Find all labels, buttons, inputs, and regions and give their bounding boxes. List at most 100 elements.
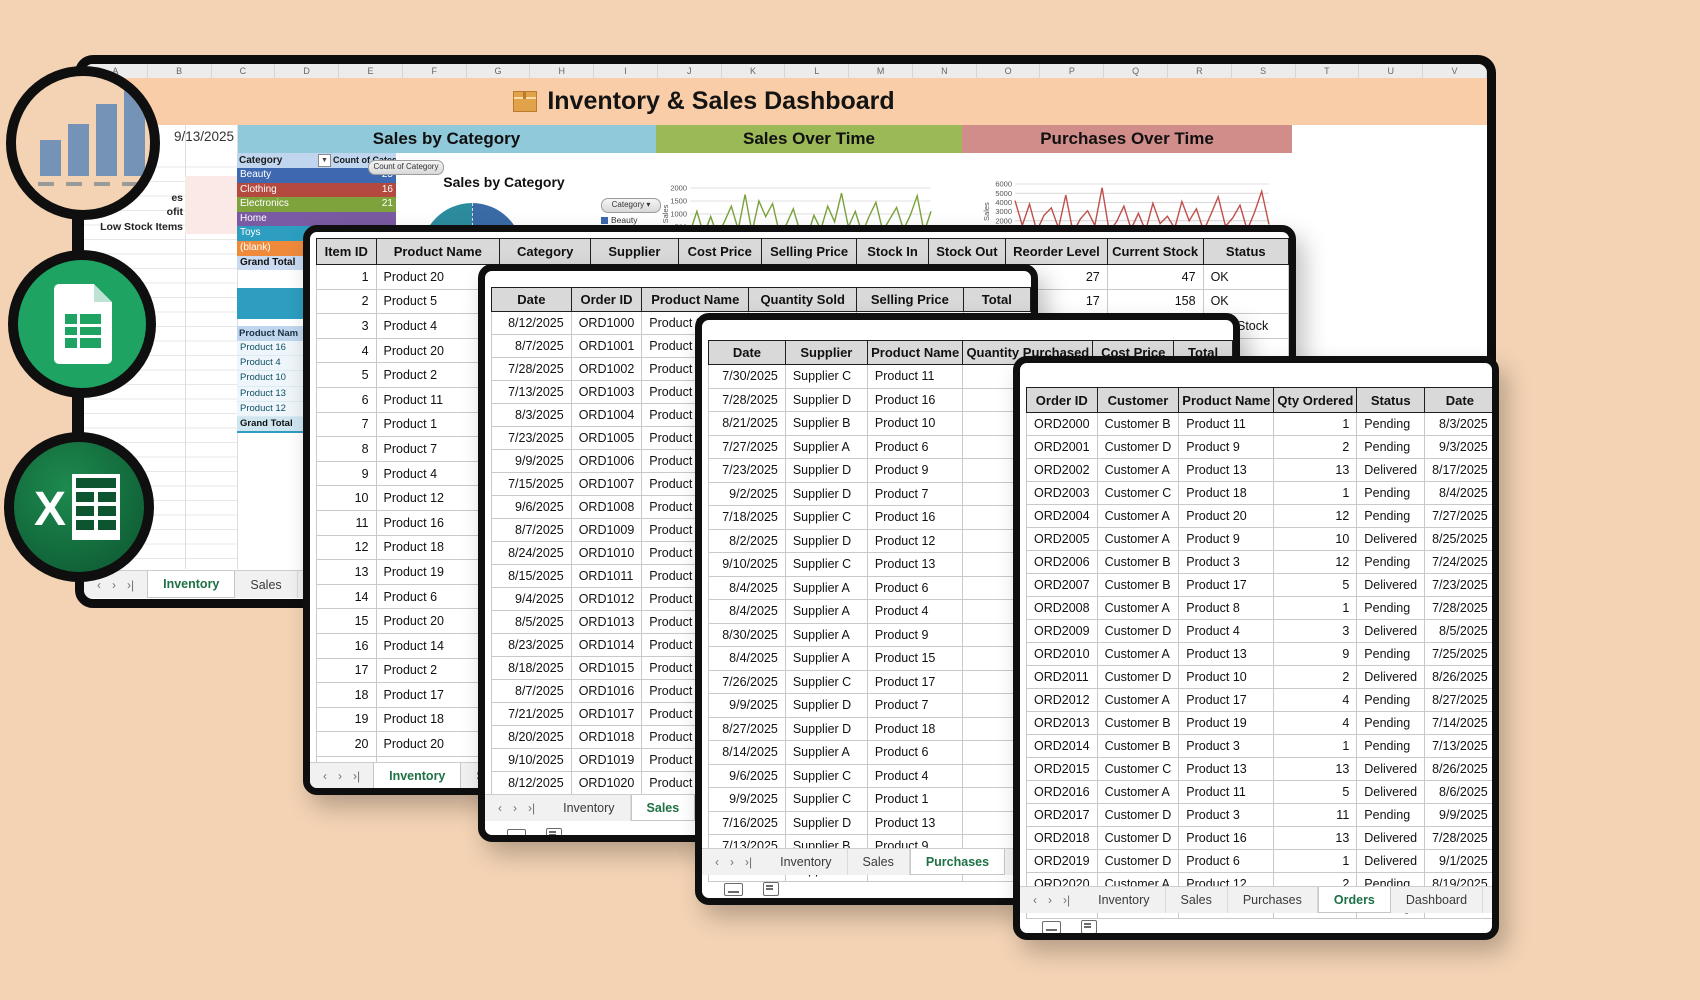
column-letter[interactable]: K	[722, 64, 786, 78]
table-cell[interactable]: OK	[1203, 289, 1288, 314]
table-cell[interactable]: Product 6	[1179, 850, 1274, 873]
table-cell[interactable]: Product 19	[1179, 712, 1274, 735]
table-cell[interactable]: Supplier C	[785, 670, 867, 694]
table-cell[interactable]: ORD1018	[571, 726, 642, 749]
table-cell[interactable]: ORD2010	[1027, 643, 1098, 666]
table-cell[interactable]: Supplier A	[785, 741, 867, 765]
nav-arrow[interactable]: ›|	[127, 578, 134, 592]
sheet-tab-dashboard[interactable]: Dashboard	[1391, 887, 1483, 913]
table-cell[interactable]: Product 3	[1179, 551, 1274, 574]
table-cell[interactable]: 15	[317, 609, 377, 634]
table-cell[interactable]: Supplier D	[785, 388, 867, 412]
table-cell[interactable]: 18	[317, 683, 377, 708]
table-cell[interactable]: 9/9/2025	[709, 694, 786, 718]
table-cell[interactable]: Product 20	[1179, 505, 1274, 528]
table-cell[interactable]: ORD1012	[571, 588, 642, 611]
table-cell[interactable]: 5	[1274, 781, 1357, 804]
column-letter[interactable]: L	[785, 64, 849, 78]
column-letter[interactable]: G	[467, 64, 531, 78]
table-cell[interactable]: Supplier A	[785, 435, 867, 459]
table-cell[interactable]: Product 13	[1179, 643, 1274, 666]
table-cell[interactable]: ORD1000	[571, 312, 642, 335]
table-cell[interactable]: Customer D	[1097, 804, 1179, 827]
table-cell[interactable]: 5	[1274, 574, 1357, 597]
table-cell[interactable]: Pending	[1357, 689, 1425, 712]
count-of-category-button[interactable]: Count of Category	[368, 160, 444, 175]
column-letter[interactable]: T	[1296, 64, 1360, 78]
table-cell[interactable]: 16	[317, 633, 377, 658]
table-cell[interactable]: Product 13	[867, 553, 963, 577]
table-cell[interactable]: Customer C	[1097, 482, 1179, 505]
column-header[interactable]: Product Name	[867, 341, 963, 365]
table-cell[interactable]: Delivered	[1357, 574, 1425, 597]
table-cell[interactable]: 9/6/2025	[709, 764, 786, 788]
table-cell[interactable]: Customer A	[1097, 643, 1179, 666]
table-cell[interactable]: ORD1014	[571, 634, 642, 657]
table-cell[interactable]: Product 6	[867, 576, 963, 600]
table-cell[interactable]: Supplier D	[785, 694, 867, 718]
table-cell[interactable]: 158	[1107, 289, 1203, 314]
report-date-cell[interactable]: 9/13/2025	[164, 129, 244, 151]
table-cell[interactable]: Product 15	[867, 647, 963, 671]
table-cell[interactable]: 8/4/2025	[709, 576, 786, 600]
category-filter-button[interactable]: Category ▾	[601, 198, 661, 213]
table-cell[interactable]: 8/4/2025	[709, 600, 786, 624]
keyboard-icon[interactable]	[724, 883, 743, 896]
table-cell[interactable]: Product 3	[1179, 804, 1274, 827]
table-cell[interactable]: 8/3/2025	[1425, 413, 1492, 436]
column-header[interactable]: Cost Price	[678, 239, 761, 265]
table-cell[interactable]: Supplier C	[785, 764, 867, 788]
table-cell[interactable]: 8/7/2025	[492, 335, 572, 358]
table-cell[interactable]: Product 9	[1179, 528, 1274, 551]
table-cell[interactable]: Supplier B	[785, 412, 867, 436]
column-header[interactable]: Category	[500, 239, 591, 265]
column-letter[interactable]: I	[594, 64, 658, 78]
table-cell[interactable]: 17	[317, 658, 377, 683]
table-cell[interactable]: 8	[317, 437, 377, 462]
table-cell[interactable]: Customer B	[1097, 413, 1179, 436]
table-cell[interactable]: Customer B	[1097, 735, 1179, 758]
table-cell[interactable]: 13	[317, 560, 377, 585]
nav-arrow[interactable]: ›|	[1063, 893, 1070, 907]
table-cell[interactable]: Product 4	[1179, 620, 1274, 643]
table-cell[interactable]: 8/26/2025	[1425, 758, 1492, 781]
sheet-tab-add[interactable]: +	[1483, 887, 1499, 913]
table-cell[interactable]: ORD2012	[1027, 689, 1098, 712]
table-cell[interactable]: 1	[1274, 413, 1357, 436]
table-cell[interactable]: Supplier A	[785, 600, 867, 624]
column-header[interactable]: Supplier	[591, 239, 678, 265]
column-letter[interactable]: E	[339, 64, 403, 78]
table-cell[interactable]: ORD1016	[571, 680, 642, 703]
table-cell[interactable]: Delivered	[1357, 666, 1425, 689]
table-cell[interactable]: 8/27/2025	[709, 717, 786, 741]
table-cell[interactable]: ORD2015	[1027, 758, 1098, 781]
table-cell[interactable]: Product 11	[1179, 413, 1274, 436]
sheet-tab-sales[interactable]: Sales	[1166, 887, 1228, 913]
table-cell[interactable]: Pending	[1357, 482, 1425, 505]
table-cell[interactable]: 2	[317, 289, 377, 314]
table-cell[interactable]: Pending	[1357, 643, 1425, 666]
table-cell[interactable]: ORD2002	[1027, 459, 1098, 482]
table-cell[interactable]: 12	[1274, 551, 1357, 574]
table-cell[interactable]: 8/23/2025	[492, 634, 572, 657]
table-cell[interactable]: Product 17	[1179, 689, 1274, 712]
table-cell[interactable]: Pending	[1357, 413, 1425, 436]
column-letter[interactable]: B	[148, 64, 212, 78]
table-cell[interactable]: Product 16	[1179, 827, 1274, 850]
table-cell[interactable]: Product 12	[867, 529, 963, 553]
table-cell[interactable]: Delivered	[1357, 620, 1425, 643]
column-letter[interactable]: O	[977, 64, 1041, 78]
sheet-tab-sales[interactable]: Sales	[848, 849, 910, 875]
column-header[interactable]: Stock In	[857, 239, 928, 265]
column-header[interactable]: Date	[709, 341, 786, 365]
table-cell[interactable]: Customer A	[1097, 528, 1179, 551]
table-cell[interactable]: 10	[1274, 528, 1357, 551]
table-cell[interactable]: 10	[317, 486, 377, 511]
table-cell[interactable]: Product 11	[1179, 781, 1274, 804]
table-cell[interactable]: ORD2004	[1027, 505, 1098, 528]
keyboard-icon[interactable]	[120, 605, 139, 609]
table-cell[interactable]: ORD2017	[1027, 804, 1098, 827]
table-cell[interactable]: 7	[317, 412, 377, 437]
table-cell[interactable]: Customer B	[1097, 712, 1179, 735]
table-cell[interactable]: 8/15/2025	[492, 565, 572, 588]
